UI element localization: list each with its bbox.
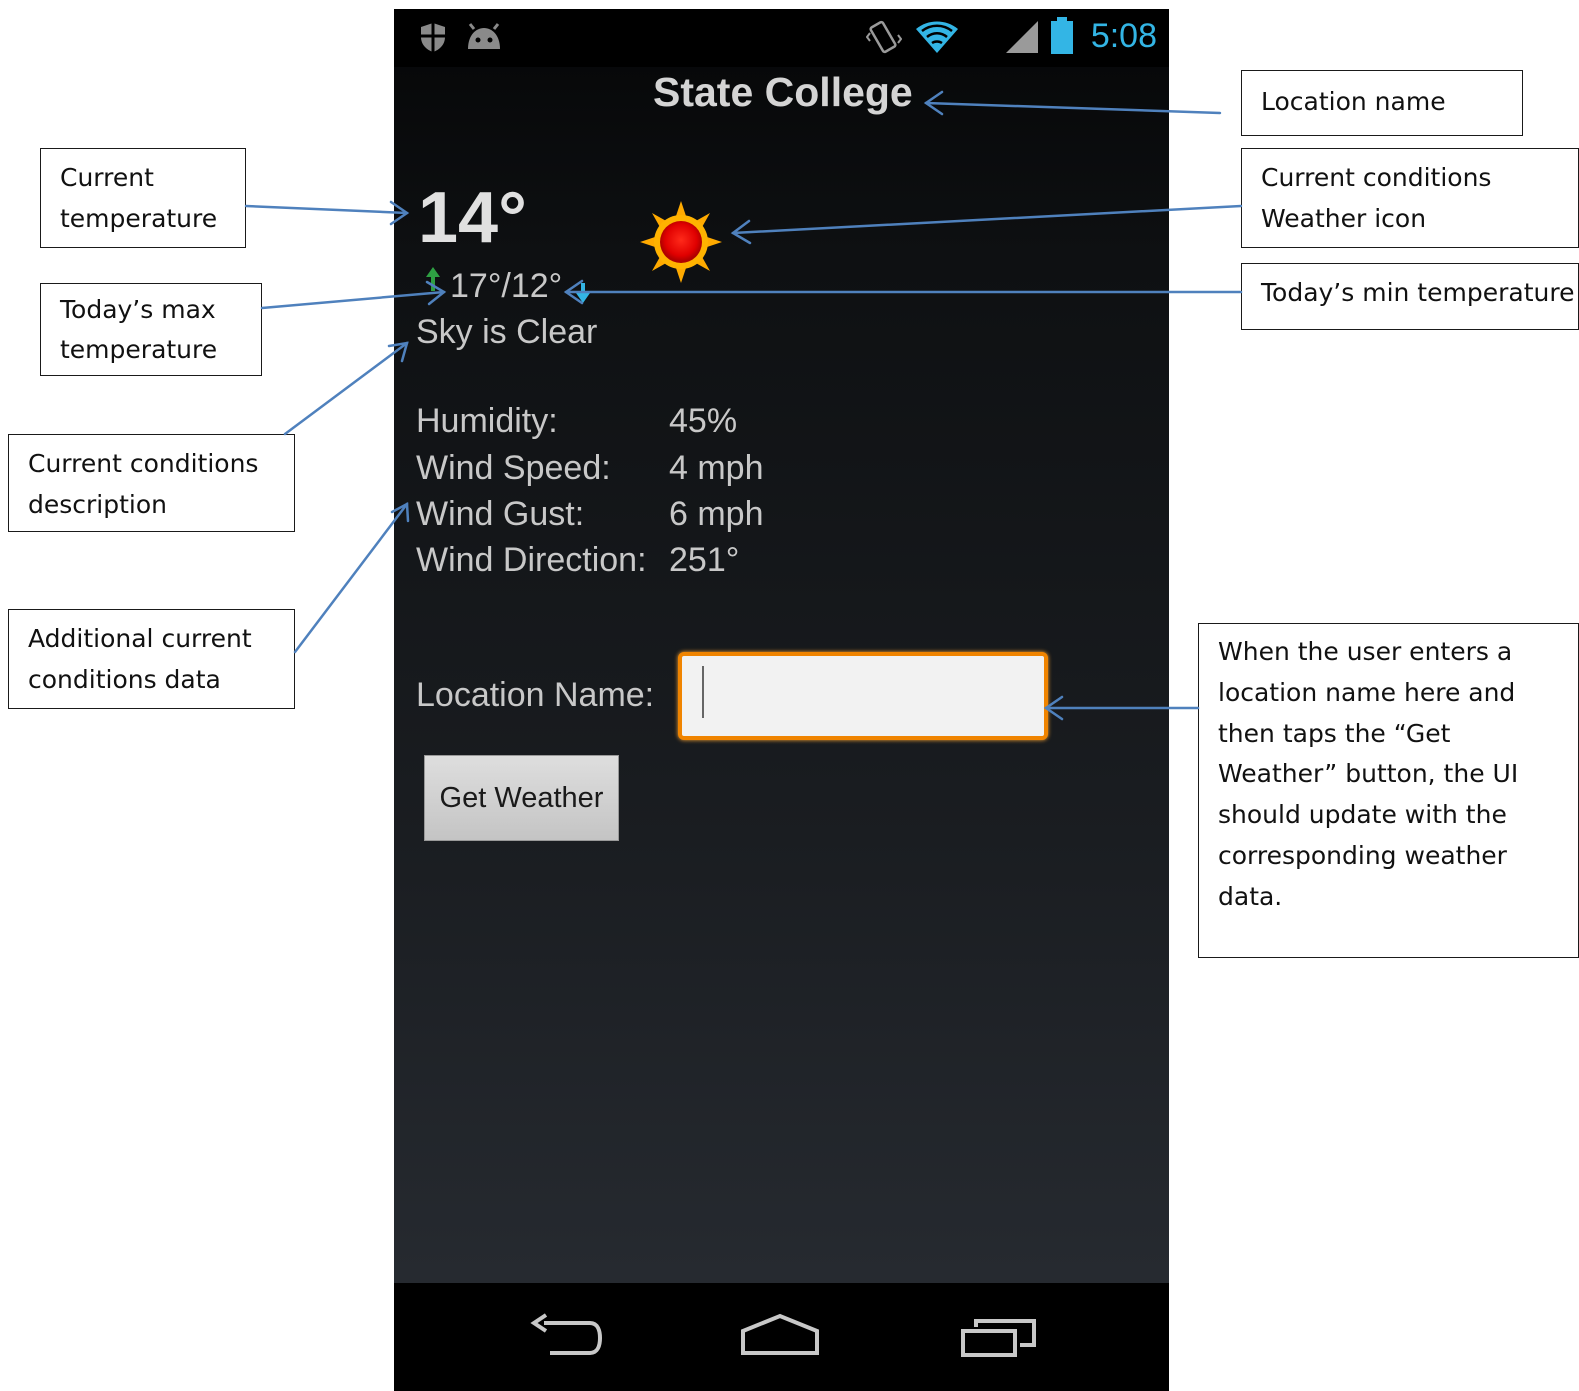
arrow-max-temperature [260,290,446,310]
annotation-arrows [244,90,1243,721]
arrow-location-name [924,101,1222,115]
arrow-weather-icon [731,204,1243,235]
arrow-current-temperature [244,204,409,215]
arrow-additional-data [293,502,409,654]
arrow-conditions-description [283,341,409,436]
